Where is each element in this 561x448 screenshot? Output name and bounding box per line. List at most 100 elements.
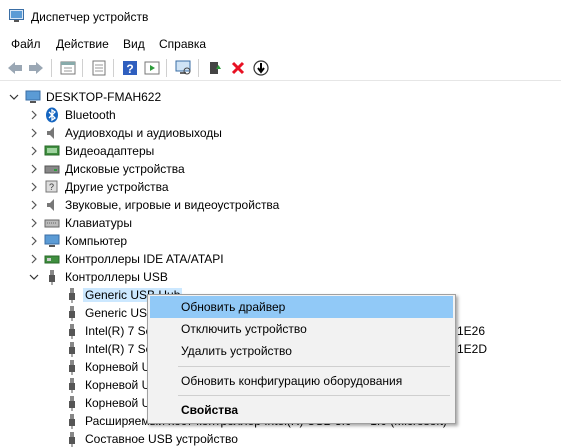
usb-device-label: Intel(R) 7 Se	[85, 342, 153, 356]
usb-device-icon	[69, 342, 75, 357]
chevron-right-icon[interactable]	[28, 144, 40, 158]
usb-device-icon	[69, 396, 75, 411]
computer-icon	[44, 234, 60, 247]
context-uninstall-device[interactable]: Удалить устройство	[150, 340, 453, 362]
title-bar: Диспетчер устройств	[0, 0, 561, 32]
display-adapter-icon	[44, 145, 60, 156]
back-arrow-icon[interactable]	[6, 59, 24, 77]
usb-device-icon	[69, 324, 75, 339]
context-item-label: Свойства	[181, 403, 239, 417]
chevron-down-icon[interactable]	[8, 90, 20, 104]
tree-root-label: DESKTOP-FMAH622	[46, 90, 162, 104]
tree-category-label: Контроллеры USB	[65, 270, 168, 284]
update-driver-icon[interactable]	[206, 59, 224, 77]
tree-category-disk-drives[interactable]: Дисковые устройства	[28, 160, 428, 178]
tree-root[interactable]: DESKTOP-FMAH622	[8, 88, 308, 106]
chevron-down-icon[interactable]	[28, 270, 40, 284]
usb-device-label: Корневой U	[85, 396, 151, 410]
keyboard-icon	[44, 219, 60, 228]
usb-device-icon	[69, 306, 75, 321]
toolbar: ?	[0, 56, 561, 81]
tree-category-audio-io[interactable]: Аудиовходы и аудиовыходы	[28, 124, 428, 142]
tree-category-sound-video-game[interactable]: Звуковые, игровые и видеоустройства	[28, 196, 428, 214]
tree-category-label: Дисковые устройства	[65, 162, 185, 176]
usb-device-label: Корневой U	[85, 360, 151, 374]
bluetooth-icon	[46, 107, 58, 123]
tree-category-label: Другие устройства	[65, 180, 169, 194]
toolbar-separator	[51, 59, 52, 77]
chevron-right-icon[interactable]	[28, 126, 40, 140]
tree-category-bluetooth[interactable]: Bluetooth	[28, 106, 428, 124]
tree-category-other-devices[interactable]: ? Другие устройства	[28, 178, 428, 196]
context-item-label: Отключить устройство	[181, 322, 307, 336]
tree-category-label: Bluetooth	[65, 108, 116, 122]
speaker-icon	[47, 127, 54, 139]
monitor-scan-icon[interactable]	[174, 59, 192, 77]
context-item-label: Обновить конфигурацию оборудования	[181, 374, 403, 388]
chevron-right-icon[interactable]	[28, 162, 40, 176]
usb-device-label: Составное USB устройство	[85, 432, 238, 446]
partial-device-suffix: 1E2D	[457, 342, 488, 356]
disk-drive-icon	[44, 165, 60, 174]
svg-text:?: ?	[49, 182, 54, 192]
tree-category-ide-controllers[interactable]: Контроллеры IDE ATA/ATAPI	[28, 250, 428, 268]
chevron-right-icon[interactable]	[28, 198, 40, 212]
play-icon[interactable]	[143, 59, 161, 77]
context-properties[interactable]: Свойства	[150, 399, 453, 421]
chevron-right-icon[interactable]	[28, 180, 40, 194]
context-disable-device[interactable]: Отключить устройство	[150, 318, 453, 340]
menu-bar: Файл Действие Вид Справка	[0, 34, 561, 54]
menu-help[interactable]: Справка	[159, 37, 206, 51]
delete-x-icon[interactable]	[229, 59, 247, 77]
device-manager-app-icon	[9, 9, 24, 22]
chevron-right-icon[interactable]	[28, 252, 40, 266]
context-update-driver[interactable]: Обновить драйвер	[150, 296, 453, 318]
ide-controller-icon	[44, 255, 60, 264]
usb-device-label: Intel(R) 7 Se	[85, 324, 153, 338]
device-list-icon[interactable]	[90, 59, 108, 77]
toolbar-separator	[82, 59, 83, 77]
partial-device-suffix: 1E26	[457, 324, 486, 338]
usb-device-label: Корневой U	[85, 378, 151, 392]
tree-category-label: Видеоадаптеры	[65, 144, 155, 158]
toolbar-separator	[198, 59, 199, 77]
context-item-label: Обновить драйвер	[181, 300, 286, 314]
svg-text:?: ?	[126, 62, 133, 76]
tree-category-label: Звуковые, игровые и видеоустройства	[65, 198, 280, 212]
menu-file[interactable]: Файл	[11, 37, 41, 51]
tree-category-keyboards[interactable]: Клавиатуры	[28, 214, 428, 232]
menu-view[interactable]: Вид	[123, 37, 145, 51]
tree-category-display-adapters[interactable]: Видеоадаптеры	[28, 142, 428, 160]
tree-category-usb-controllers[interactable]: Контроллеры USB	[28, 268, 428, 286]
context-scan-hardware[interactable]: Обновить конфигурацию оборудования	[150, 370, 453, 392]
context-item-label: Удалить устройство	[181, 344, 292, 358]
context-menu: Обновить драйвер Отключить устройство Уд…	[147, 294, 456, 424]
chevron-right-icon[interactable]	[28, 108, 40, 122]
window-title: Диспетчер устройств	[31, 10, 149, 24]
context-separator	[178, 395, 450, 396]
computer-icon	[25, 90, 41, 103]
chevron-right-icon[interactable]	[28, 234, 40, 248]
usb-device-icon	[69, 360, 75, 375]
forward-arrow-icon[interactable]	[27, 59, 45, 77]
usb-device-icon	[69, 432, 75, 447]
usb-device-item[interactable]: Составное USB устройство	[64, 430, 364, 448]
help-icon[interactable]: ?	[121, 59, 139, 77]
speaker-icon	[47, 199, 54, 211]
tree-category-label: Компьютер	[65, 234, 128, 248]
toolbar-separator	[113, 59, 114, 77]
usb-controller-icon	[49, 270, 55, 285]
unknown-device-icon: ?	[45, 180, 58, 193]
toolbar-separator	[166, 59, 167, 77]
tree-category-computer[interactable]: Компьютер	[28, 232, 428, 250]
download-driver-icon[interactable]	[252, 59, 270, 77]
properties-view-icon[interactable]	[59, 59, 77, 77]
tree-category-label: Клавиатуры	[65, 216, 132, 230]
usb-device-icon	[69, 414, 75, 429]
context-separator	[178, 366, 450, 367]
usb-device-label: Generic USB	[85, 306, 156, 320]
usb-device-icon	[69, 378, 75, 393]
tree-category-label: Контроллеры IDE ATA/ATAPI	[65, 252, 224, 266]
chevron-right-icon[interactable]	[28, 216, 40, 230]
menu-action[interactable]: Действие	[56, 37, 109, 51]
